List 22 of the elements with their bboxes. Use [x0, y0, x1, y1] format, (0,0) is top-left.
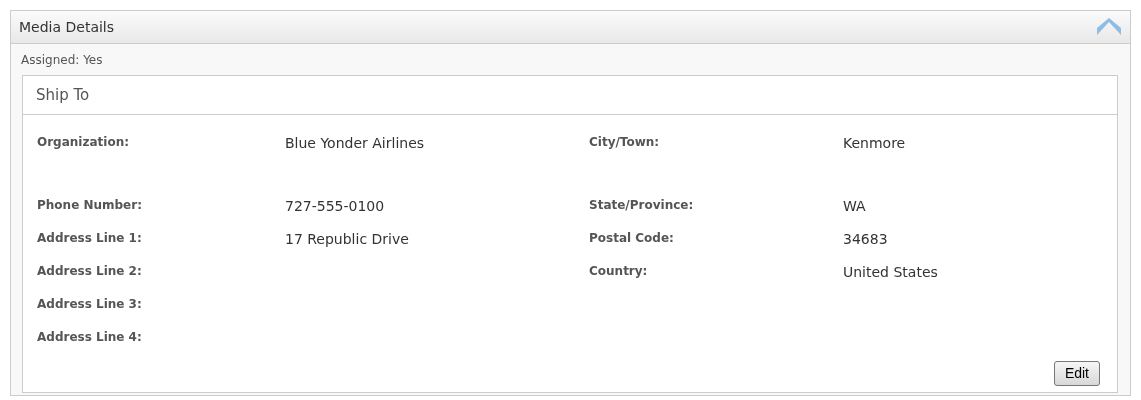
field-label: Address Line 4:	[37, 330, 142, 344]
field-label: Address Line 1:	[37, 231, 142, 245]
field-label: Organization:	[37, 135, 129, 149]
field-label: City/Town:	[589, 135, 660, 149]
field-value: Blue Yonder Airlines	[285, 135, 425, 151]
field-value: 34683	[843, 231, 888, 247]
edit-button[interactable]: Edit	[1053, 361, 1100, 386]
panel-title: Media Details	[19, 17, 115, 37]
card-title: Ship To	[36, 84, 90, 106]
field-label: Address Line 3:	[37, 297, 142, 311]
field-label: State/Province:	[589, 198, 694, 212]
field-label: Address Line 2:	[37, 264, 142, 278]
field-label: Phone Number:	[37, 198, 142, 212]
field-value: 17 Republic Drive	[285, 231, 409, 247]
field-value: United States	[843, 264, 938, 280]
field-value: Kenmore	[843, 135, 906, 151]
field-label: Country:	[589, 264, 648, 278]
field-value: WA	[843, 198, 866, 214]
assigned-status: Assigned: Yes	[20, 52, 104, 69]
field-value: 727-555-0100	[285, 198, 385, 214]
collapse-icon[interactable]	[1096, 18, 1122, 36]
field-label: Postal Code:	[589, 231, 674, 245]
